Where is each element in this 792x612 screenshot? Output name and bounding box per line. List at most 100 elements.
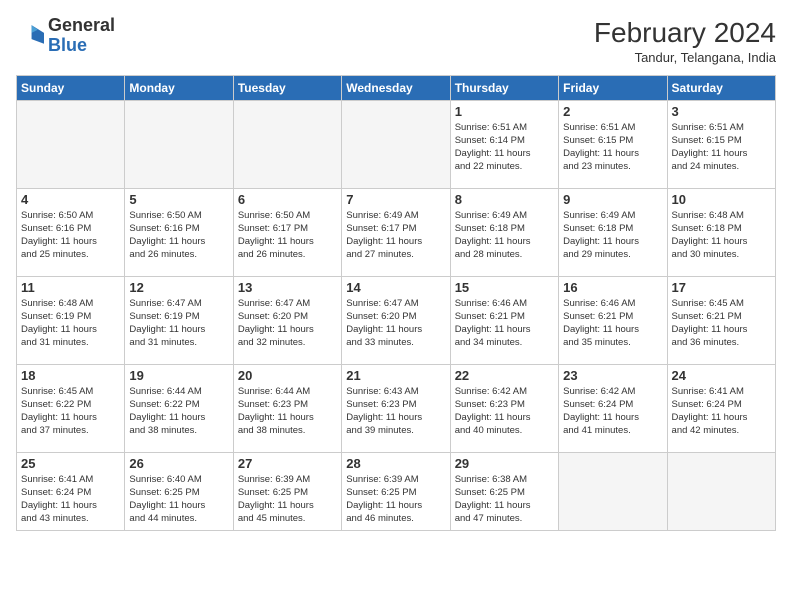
- calendar-cell: 23Sunrise: 6:42 AM Sunset: 6:24 PM Dayli…: [559, 364, 667, 452]
- weekday-header-sunday: Sunday: [17, 75, 125, 100]
- calendar-week-row: 4 Sunrise: 6:50 AM Sunset: 6:16 PM Daylig…: [17, 188, 776, 276]
- weekday-header-tuesday: Tuesday: [233, 75, 341, 100]
- weekday-header-saturday: Saturday: [667, 75, 775, 100]
- calendar-cell: 9 Sunrise: 6:49 AM Sunset: 6:18 PM Daylig…: [559, 188, 667, 276]
- day-info: Sunrise: 6:42 AM Sunset: 6:23 PM Dayligh…: [455, 385, 554, 438]
- day-number: 1: [455, 104, 554, 119]
- calendar-cell: [342, 100, 450, 188]
- day-number: 19: [129, 368, 228, 383]
- calendar-cell: 19 Sunrise: 6:44 AM Sunset: 6:22 PM Dayli…: [125, 364, 233, 452]
- day-info: Sunrise: 6:44 AM Sunset: 6:23 PM Dayligh…: [238, 385, 337, 438]
- day-info: Sunrise: 6:46 AM Sunset: 6:21 PM Dayligh…: [455, 297, 554, 350]
- calendar-cell: 4 Sunrise: 6:50 AM Sunset: 6:16 PM Daylig…: [17, 188, 125, 276]
- calendar-cell: 20 Sunrise: 6:44 AM Sunset: 6:23 PM Dayli…: [233, 364, 341, 452]
- day-number: 16: [563, 280, 662, 295]
- calendar-cell: 10 Sunrise: 6:48 AM Sunset: 6:18 PM Dayli…: [667, 188, 775, 276]
- calendar-cell: 27Sunrise: 6:39 AM Sunset: 6:25 PM Dayli…: [233, 452, 341, 530]
- weekday-header-thursday: Thursday: [450, 75, 558, 100]
- day-number: 25: [21, 456, 120, 471]
- calendar-cell: 21 Sunrise: 6:43 AM Sunset: 6:23 PM Dayli…: [342, 364, 450, 452]
- day-number: 26: [129, 456, 228, 471]
- day-info: Sunrise: 6:40 AM Sunset: 6:25 PM Dayligh…: [129, 473, 228, 526]
- day-number: 27: [238, 456, 337, 471]
- calendar-cell: 22 Sunrise: 6:42 AM Sunset: 6:23 PM Dayli…: [450, 364, 558, 452]
- day-info: Sunrise: 6:50 AM Sunset: 6:16 PM Dayligh…: [21, 209, 120, 262]
- day-number: 20: [238, 368, 337, 383]
- day-info: Sunrise: 6:38 AM Sunset: 6:25 PM Dayligh…: [455, 473, 554, 526]
- calendar-cell: [125, 100, 233, 188]
- day-info: Sunrise: 6:50 AM Sunset: 6:16 PM Dayligh…: [129, 209, 228, 262]
- day-info: Sunrise: 6:49 AM Sunset: 6:17 PM Dayligh…: [346, 209, 445, 262]
- day-info: Sunrise: 6:46 AM Sunset: 6:21 PM Dayligh…: [563, 297, 662, 350]
- day-info: Sunrise: 6:51 AM Sunset: 6:15 PM Dayligh…: [563, 121, 662, 174]
- day-number: 15: [455, 280, 554, 295]
- day-info: Sunrise: 6:51 AM Sunset: 6:14 PM Dayligh…: [455, 121, 554, 174]
- day-number: 11: [21, 280, 120, 295]
- day-info: Sunrise: 6:49 AM Sunset: 6:18 PM Dayligh…: [563, 209, 662, 262]
- calendar-cell: 11 Sunrise: 6:48 AM Sunset: 6:19 PM Dayli…: [17, 276, 125, 364]
- day-info: Sunrise: 6:39 AM Sunset: 6:25 PM Dayligh…: [346, 473, 445, 526]
- day-number: 17: [672, 280, 771, 295]
- weekday-header-wednesday: Wednesday: [342, 75, 450, 100]
- calendar-cell: 8Sunrise: 6:49 AM Sunset: 6:18 PM Daylig…: [450, 188, 558, 276]
- day-info: Sunrise: 6:45 AM Sunset: 6:21 PM Dayligh…: [672, 297, 771, 350]
- day-number: 14: [346, 280, 445, 295]
- day-info: Sunrise: 6:50 AM Sunset: 6:17 PM Dayligh…: [238, 209, 337, 262]
- calendar-cell: [17, 100, 125, 188]
- calendar-cell: 24Sunrise: 6:41 AM Sunset: 6:24 PM Dayli…: [667, 364, 775, 452]
- calendar-cell: 13 Sunrise: 6:47 AM Sunset: 6:20 PM Dayli…: [233, 276, 341, 364]
- day-number: 22: [455, 368, 554, 383]
- day-number: 23: [563, 368, 662, 383]
- main-title: February 2024: [594, 16, 776, 50]
- day-info: Sunrise: 6:47 AM Sunset: 6:20 PM Dayligh…: [346, 297, 445, 350]
- day-info: Sunrise: 6:48 AM Sunset: 6:18 PM Dayligh…: [672, 209, 771, 262]
- page: General Blue February 2024 Tandur, Telan…: [0, 0, 792, 612]
- day-info: Sunrise: 6:44 AM Sunset: 6:22 PM Dayligh…: [129, 385, 228, 438]
- day-info: Sunrise: 6:47 AM Sunset: 6:20 PM Dayligh…: [238, 297, 337, 350]
- calendar-cell: 28Sunrise: 6:39 AM Sunset: 6:25 PM Dayli…: [342, 452, 450, 530]
- title-block: February 2024 Tandur, Telangana, India: [594, 16, 776, 65]
- weekday-header-row: SundayMondayTuesdayWednesdayThursdayFrid…: [17, 75, 776, 100]
- calendar-cell: [667, 452, 775, 530]
- day-info: Sunrise: 6:47 AM Sunset: 6:19 PM Dayligh…: [129, 297, 228, 350]
- calendar-cell: 12Sunrise: 6:47 AM Sunset: 6:19 PM Dayli…: [125, 276, 233, 364]
- day-number: 10: [672, 192, 771, 207]
- calendar-cell: 6 Sunrise: 6:50 AM Sunset: 6:17 PM Daylig…: [233, 188, 341, 276]
- day-number: 13: [238, 280, 337, 295]
- day-number: 24: [672, 368, 771, 383]
- logo-text: General Blue: [48, 16, 115, 56]
- calendar-cell: 26 Sunrise: 6:40 AM Sunset: 6:25 PM Dayli…: [125, 452, 233, 530]
- calendar-cell: 1 Sunrise: 6:51 AM Sunset: 6:14 PM Daylig…: [450, 100, 558, 188]
- calendar-week-row: 1 Sunrise: 6:51 AM Sunset: 6:14 PM Daylig…: [17, 100, 776, 188]
- calendar-cell: 7 Sunrise: 6:49 AM Sunset: 6:17 PM Daylig…: [342, 188, 450, 276]
- day-number: 9: [563, 192, 662, 207]
- calendar-week-row: 18Sunrise: 6:45 AM Sunset: 6:22 PM Dayli…: [17, 364, 776, 452]
- logo: General Blue: [16, 16, 115, 56]
- day-number: 8: [455, 192, 554, 207]
- calendar-cell: 29 Sunrise: 6:38 AM Sunset: 6:25 PM Dayli…: [450, 452, 558, 530]
- day-number: 29: [455, 456, 554, 471]
- calendar-cell: [233, 100, 341, 188]
- day-number: 21: [346, 368, 445, 383]
- calendar-cell: 3 Sunrise: 6:51 AM Sunset: 6:15 PM Daylig…: [667, 100, 775, 188]
- day-number: 5: [129, 192, 228, 207]
- day-info: Sunrise: 6:51 AM Sunset: 6:15 PM Dayligh…: [672, 121, 771, 174]
- day-number: 2: [563, 104, 662, 119]
- day-number: 3: [672, 104, 771, 119]
- day-number: 7: [346, 192, 445, 207]
- calendar-cell: 25 Sunrise: 6:41 AM Sunset: 6:24 PM Dayli…: [17, 452, 125, 530]
- day-number: 6: [238, 192, 337, 207]
- calendar-cell: 18Sunrise: 6:45 AM Sunset: 6:22 PM Dayli…: [17, 364, 125, 452]
- calendar-cell: 14 Sunrise: 6:47 AM Sunset: 6:20 PM Dayli…: [342, 276, 450, 364]
- calendar-table: SundayMondayTuesdayWednesdayThursdayFrid…: [16, 75, 776, 531]
- day-number: 18: [21, 368, 120, 383]
- calendar-cell: 17 Sunrise: 6:45 AM Sunset: 6:21 PM Dayli…: [667, 276, 775, 364]
- weekday-header-monday: Monday: [125, 75, 233, 100]
- day-info: Sunrise: 6:41 AM Sunset: 6:24 PM Dayligh…: [21, 473, 120, 526]
- logo-blue: Blue: [48, 36, 115, 56]
- logo-general: General: [48, 16, 115, 36]
- day-info: Sunrise: 6:48 AM Sunset: 6:19 PM Dayligh…: [21, 297, 120, 350]
- day-number: 4: [21, 192, 120, 207]
- location-subtitle: Tandur, Telangana, India: [594, 50, 776, 65]
- day-info: Sunrise: 6:43 AM Sunset: 6:23 PM Dayligh…: [346, 385, 445, 438]
